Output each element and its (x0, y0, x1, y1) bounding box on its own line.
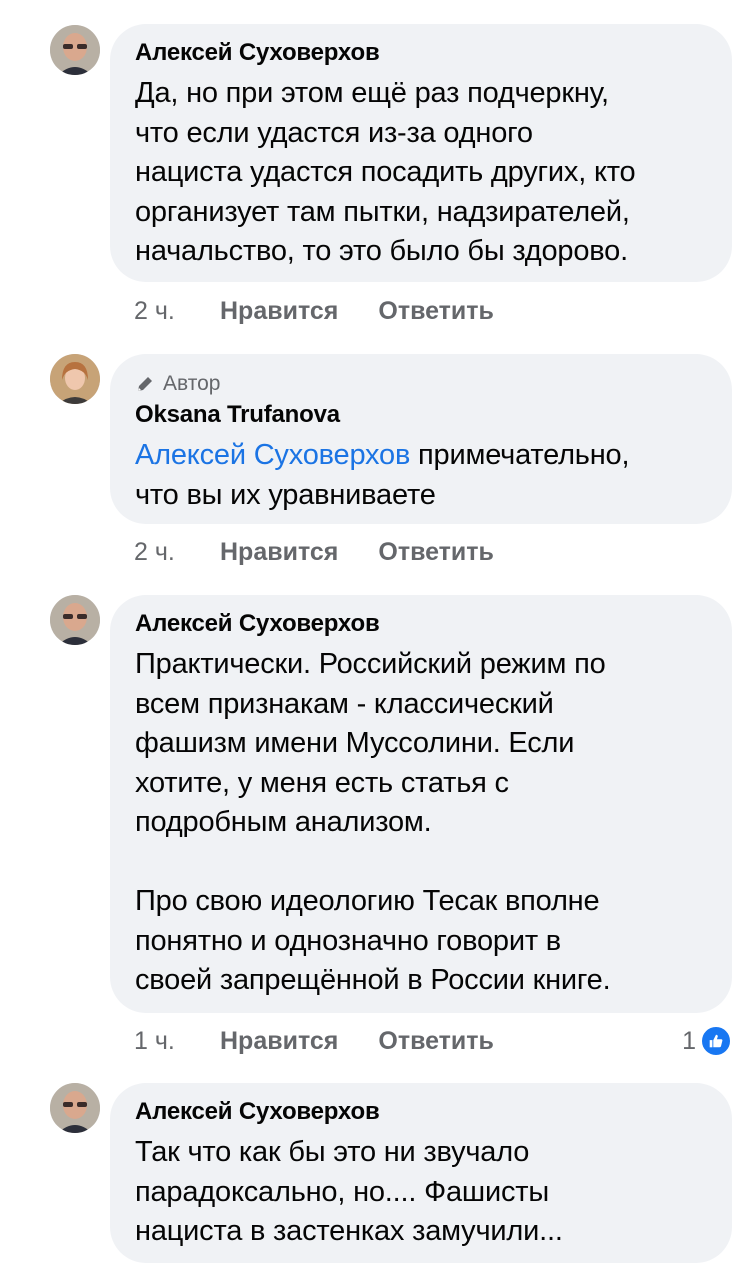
comment-bubble: Алексей Суховерхов Так что как бы это ни… (110, 1083, 732, 1263)
comment-author[interactable]: Алексей Суховерхов (135, 38, 708, 68)
comment-actions: 2 ч. Нравится Ответить (134, 294, 494, 328)
comment-bubble: Алексей Суховерхов Да, но при этом ещё р… (110, 24, 732, 282)
like-button[interactable]: Нравится (220, 297, 338, 326)
reaction-summary[interactable]: 1 (682, 1024, 732, 1058)
avatar[interactable] (50, 1083, 100, 1133)
reply-button[interactable]: Ответить (378, 1027, 494, 1056)
comment-actions: 2 ч. Нравится Ответить (134, 535, 494, 569)
avatar[interactable] (50, 595, 100, 645)
comment-author[interactable]: Алексей Суховерхов (135, 609, 708, 639)
comment-bubble: Автор Oksana Trufanova Алексей Суховерхо… (110, 354, 732, 524)
like-button[interactable]: Нравится (220, 538, 338, 567)
avatar[interactable] (50, 25, 100, 75)
author-badge: Автор (135, 372, 708, 396)
comment-actions: 1 ч. Нравится Ответить (134, 1024, 494, 1058)
reaction-count: 1 (682, 1026, 696, 1055)
comment-time[interactable]: 1 ч. (134, 1027, 220, 1056)
comment-bubble: Алексей Суховерхов Практически. Российск… (110, 595, 732, 1013)
thumbs-up-icon (700, 1025, 732, 1057)
comment-author[interactable]: Oksana Trufanova (135, 400, 708, 430)
comment-text: Да, но при этом ещё раз подчеркну, что е… (135, 77, 636, 267)
pencil-icon (135, 374, 155, 394)
comment-text: Так что как бы это ни звучало парадоксал… (135, 1136, 563, 1247)
reply-button[interactable]: Ответить (378, 297, 494, 326)
reply-button[interactable]: Ответить (378, 538, 494, 567)
mention-link[interactable]: Алексей Суховерхов (135, 439, 410, 471)
comment-time[interactable]: 2 ч. (134, 538, 220, 567)
comment-time[interactable]: 2 ч. (134, 297, 220, 326)
avatar[interactable] (50, 354, 100, 404)
comment-text: Алексей Суховерхов примечательно, что вы… (135, 436, 708, 515)
comment-text: Практически. Российский режим по всем пр… (135, 648, 611, 996)
comment-author[interactable]: Алексей Суховерхов (135, 1097, 708, 1127)
author-badge-label: Автор (163, 372, 221, 395)
like-button[interactable]: Нравится (220, 1027, 338, 1056)
